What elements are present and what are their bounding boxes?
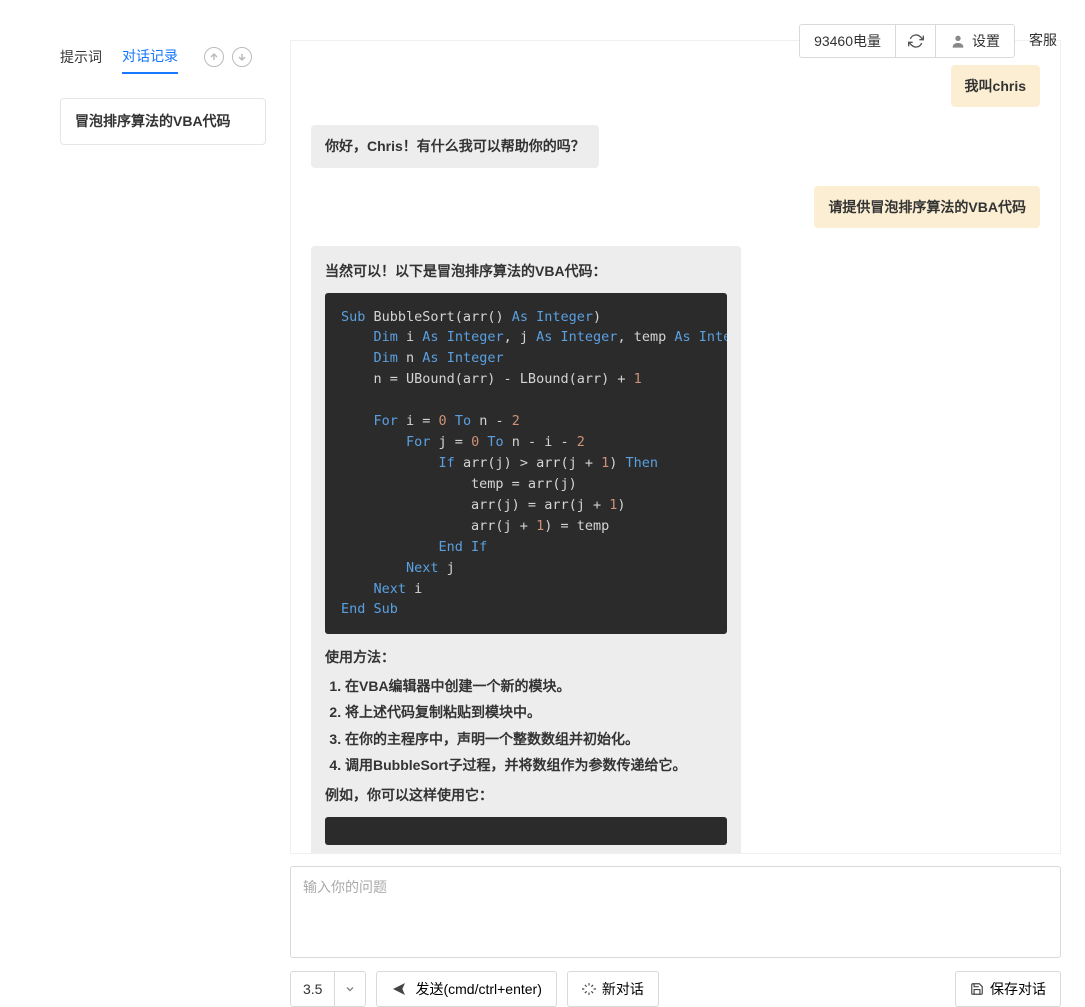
send-button[interactable]: 发送(cmd/ctrl+enter)	[376, 971, 556, 1007]
ai-intro: 当然可以！以下是冒泡排序算法的VBA代码：	[325, 260, 727, 282]
tab-prompt[interactable]: 提示词	[60, 41, 102, 73]
list-item: 调用BubbleSort子过程，并将数组作为参数传递给它。	[345, 754, 727, 776]
ai-message: 你好，Chris！有什么我可以帮助你的吗？	[311, 125, 599, 167]
refresh-button[interactable]	[895, 25, 935, 57]
save-label: 保存对话	[990, 979, 1046, 999]
model-label: 3.5	[291, 981, 334, 997]
sparkle-icon	[582, 982, 596, 996]
model-select[interactable]: 3.5	[290, 971, 366, 1007]
arrow-down-icon[interactable]	[232, 47, 252, 67]
chat-input[interactable]	[290, 866, 1061, 958]
example-title: 例如，你可以这样使用它：	[325, 784, 727, 806]
chevron-down-icon	[334, 972, 365, 1006]
quota-display: 93460电量	[800, 25, 895, 57]
tab-history[interactable]: 对话记录	[122, 40, 178, 74]
usage-list: 在VBA编辑器中创建一个新的模块。 将上述代码复制粘贴到模块中。 在你的主程序中…	[325, 675, 727, 777]
settings-button[interactable]: 设置	[935, 25, 1014, 57]
arrow-up-icon[interactable]	[204, 47, 224, 67]
kefu-button[interactable]: 客服	[1025, 24, 1061, 58]
list-item: 在VBA编辑器中创建一个新的模块。	[345, 675, 727, 697]
save-icon	[970, 982, 984, 996]
new-chat-button[interactable]: 新对话	[567, 971, 659, 1007]
usage-title: 使用方法：	[325, 646, 727, 668]
list-item: 将上述代码复制粘贴到模块中。	[345, 701, 727, 723]
code-block: Sub BubbleSort(arr() As Integer) Dim i A…	[325, 293, 727, 635]
list-item: 在你的主程序中，声明一个整数数组并初始化。	[345, 728, 727, 750]
messages-pane: 我叫chris 你好，Chris！有什么我可以帮助你的吗？ 请提供冒泡排序算法的…	[290, 40, 1061, 854]
settings-label: 设置	[972, 31, 1000, 51]
send-icon	[391, 981, 407, 997]
user-message: 请提供冒泡排序算法的VBA代码	[814, 186, 1040, 228]
user-message: 我叫chris	[951, 65, 1040, 107]
send-label: 发送(cmd/ctrl+enter)	[415, 979, 541, 999]
ai-message: 当然可以！以下是冒泡排序算法的VBA代码： Sub BubbleSort(arr…	[311, 246, 741, 854]
save-button[interactable]: 保存对话	[955, 971, 1061, 1007]
conversation-item[interactable]: 冒泡排序算法的VBA代码	[60, 98, 266, 145]
new-chat-label: 新对话	[602, 979, 644, 999]
code-block	[325, 817, 727, 845]
